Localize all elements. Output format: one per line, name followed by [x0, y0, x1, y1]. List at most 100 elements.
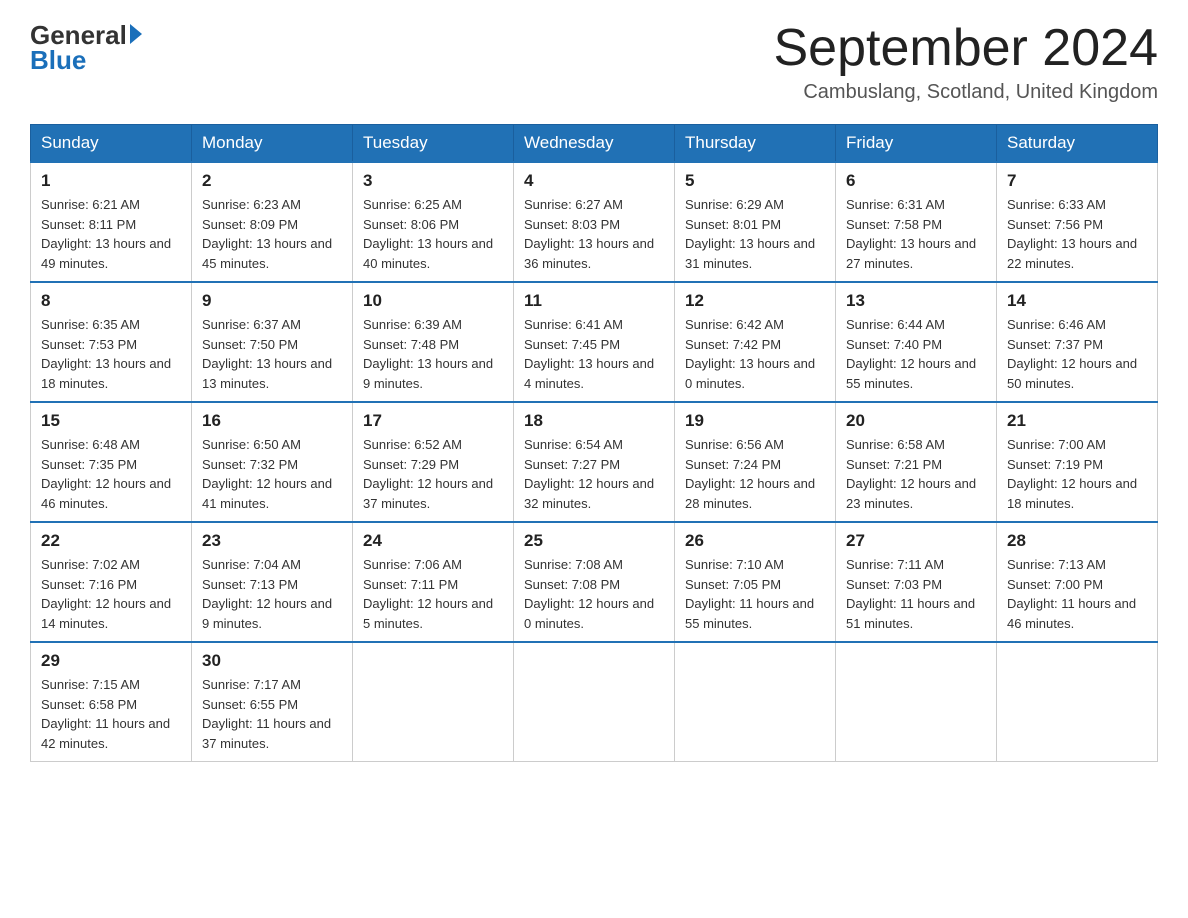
day-cell-18: 18 Sunrise: 6:54 AMSunset: 7:27 PMDayligh… [514, 402, 675, 522]
day-info-25: Sunrise: 7:08 AMSunset: 7:08 PMDaylight:… [524, 555, 664, 633]
day-info-3: Sunrise: 6:25 AMSunset: 8:06 PMDaylight:… [363, 195, 503, 273]
day-info-9: Sunrise: 6:37 AMSunset: 7:50 PMDaylight:… [202, 315, 342, 393]
calendar-table: Sunday Monday Tuesday Wednesday Thursday… [30, 124, 1158, 762]
location-subtitle: Cambuslang, Scotland, United Kingdom [774, 81, 1159, 104]
week-row-4: 22 Sunrise: 7:02 AMSunset: 7:16 PMDayligh… [31, 522, 1158, 642]
day-info-4: Sunrise: 6:27 AMSunset: 8:03 PMDaylight:… [524, 195, 664, 273]
page-header: General Blue September 2024 Cambuslang, … [30, 20, 1158, 104]
weekday-header-row: Sunday Monday Tuesday Wednesday Thursday… [31, 125, 1158, 163]
day-number-18: 18 [524, 411, 664, 431]
day-info-30: Sunrise: 7:17 AMSunset: 6:55 PMDaylight:… [202, 675, 342, 753]
logo: General Blue [30, 20, 142, 76]
day-number-12: 12 [685, 291, 825, 311]
day-number-10: 10 [363, 291, 503, 311]
day-cell-9: 9 Sunrise: 6:37 AMSunset: 7:50 PMDaylight… [192, 282, 353, 402]
day-info-20: Sunrise: 6:58 AMSunset: 7:21 PMDaylight:… [846, 435, 986, 513]
day-info-1: Sunrise: 6:21 AMSunset: 8:11 PMDaylight:… [41, 195, 181, 273]
day-number-3: 3 [363, 171, 503, 191]
day-cell-15: 15Sunrise: 6:48 AMSunset: 7:35 PMDayligh… [31, 402, 192, 522]
header-thursday: Thursday [675, 125, 836, 163]
day-number-27: 27 [846, 531, 986, 551]
day-cell-7: 7 Sunrise: 6:33 AMSunset: 7:56 PMDaylight… [997, 162, 1158, 282]
day-info-28: Sunrise: 7:13 AMSunset: 7:00 PMDaylight:… [1007, 555, 1147, 633]
day-cell-11: 11Sunrise: 6:41 AMSunset: 7:45 PMDayligh… [514, 282, 675, 402]
day-number-29: 29 [41, 651, 181, 671]
day-cell-13: 13 Sunrise: 6:44 AMSunset: 7:40 PMDayligh… [836, 282, 997, 402]
header-tuesday: Tuesday [353, 125, 514, 163]
logo-blue-text: Blue [30, 45, 86, 75]
day-info-7: Sunrise: 6:33 AMSunset: 7:56 PMDaylight:… [1007, 195, 1147, 273]
day-cell-2: 2 Sunrise: 6:23 AMSunset: 8:09 PMDaylight… [192, 162, 353, 282]
day-info-10: Sunrise: 6:39 AMSunset: 7:48 PMDaylight:… [363, 315, 503, 393]
header-monday: Monday [192, 125, 353, 163]
day-cell-27: 27 Sunrise: 7:11 AMSunset: 7:03 PMDayligh… [836, 522, 997, 642]
header-saturday: Saturday [997, 125, 1158, 163]
day-cell-14: 14Sunrise: 6:46 AMSunset: 7:37 PMDayligh… [997, 282, 1158, 402]
day-cell-16: 16Sunrise: 6:50 AMSunset: 7:32 PMDayligh… [192, 402, 353, 522]
day-info-21: Sunrise: 7:00 AMSunset: 7:19 PMDaylight:… [1007, 435, 1147, 513]
day-info-6: Sunrise: 6:31 AMSunset: 7:58 PMDaylight:… [846, 195, 986, 273]
day-number-17: 17 [363, 411, 503, 431]
day-number-25: 25 [524, 531, 664, 551]
day-info-16: Sunrise: 6:50 AMSunset: 7:32 PMDaylight:… [202, 435, 342, 513]
day-info-23: Sunrise: 7:04 AMSunset: 7:13 PMDaylight:… [202, 555, 342, 633]
header-wednesday: Wednesday [514, 125, 675, 163]
day-info-2: Sunrise: 6:23 AMSunset: 8:09 PMDaylight:… [202, 195, 342, 273]
day-info-12: Sunrise: 6:42 AMSunset: 7:42 PMDaylight:… [685, 315, 825, 393]
day-cell-23: 23Sunrise: 7:04 AMSunset: 7:13 PMDayligh… [192, 522, 353, 642]
day-cell-26: 26 Sunrise: 7:10 AMSunset: 7:05 PMDayligh… [675, 522, 836, 642]
day-cell-19: 19Sunrise: 6:56 AMSunset: 7:24 PMDayligh… [675, 402, 836, 522]
day-cell-1: 1 Sunrise: 6:21 AMSunset: 8:11 PMDaylight… [31, 162, 192, 282]
day-number-19: 19 [685, 411, 825, 431]
month-title: September 2024 [774, 20, 1159, 77]
day-info-27: Sunrise: 7:11 AMSunset: 7:03 PMDaylight:… [846, 555, 986, 633]
day-number-4: 4 [524, 171, 664, 191]
day-cell-4: 4 Sunrise: 6:27 AMSunset: 8:03 PMDaylight… [514, 162, 675, 282]
day-number-2: 2 [202, 171, 342, 191]
day-info-22: Sunrise: 7:02 AMSunset: 7:16 PMDaylight:… [41, 555, 181, 633]
day-cell-29: 29 Sunrise: 7:15 AMSunset: 6:58 PMDayligh… [31, 642, 192, 762]
day-cell-21: 21 Sunrise: 7:00 AMSunset: 7:19 PMDayligh… [997, 402, 1158, 522]
day-cell-5: 5Sunrise: 6:29 AMSunset: 8:01 PMDaylight… [675, 162, 836, 282]
day-number-28: 28 [1007, 531, 1147, 551]
week-row-5: 29 Sunrise: 7:15 AMSunset: 6:58 PMDayligh… [31, 642, 1158, 762]
day-info-14: Sunrise: 6:46 AMSunset: 7:37 PMDaylight:… [1007, 315, 1147, 393]
day-cell-12: 12 Sunrise: 6:42 AMSunset: 7:42 PMDayligh… [675, 282, 836, 402]
empty-cell-w4d4 [675, 642, 836, 762]
day-number-11: 11 [524, 291, 664, 311]
day-number-24: 24 [363, 531, 503, 551]
empty-cell-w4d2 [353, 642, 514, 762]
day-number-6: 6 [846, 171, 986, 191]
day-number-21: 21 [1007, 411, 1147, 431]
day-cell-30: 30 Sunrise: 7:17 AMSunset: 6:55 PMDayligh… [192, 642, 353, 762]
day-info-13: Sunrise: 6:44 AMSunset: 7:40 PMDaylight:… [846, 315, 986, 393]
header-sunday: Sunday [31, 125, 192, 163]
empty-cell-w4d5 [836, 642, 997, 762]
day-cell-6: 6 Sunrise: 6:31 AMSunset: 7:58 PMDaylight… [836, 162, 997, 282]
day-number-22: 22 [41, 531, 181, 551]
day-number-9: 9 [202, 291, 342, 311]
day-cell-8: 8Sunrise: 6:35 AMSunset: 7:53 PMDaylight… [31, 282, 192, 402]
day-number-26: 26 [685, 531, 825, 551]
day-info-24: Sunrise: 7:06 AMSunset: 7:11 PMDaylight:… [363, 555, 503, 633]
week-row-3: 15Sunrise: 6:48 AMSunset: 7:35 PMDayligh… [31, 402, 1158, 522]
day-info-29: Sunrise: 7:15 AMSunset: 6:58 PMDaylight:… [41, 675, 181, 753]
day-number-7: 7 [1007, 171, 1147, 191]
day-number-1: 1 [41, 171, 181, 191]
day-cell-20: 20 Sunrise: 6:58 AMSunset: 7:21 PMDayligh… [836, 402, 997, 522]
day-number-20: 20 [846, 411, 986, 431]
day-number-30: 30 [202, 651, 342, 671]
day-cell-3: 3 Sunrise: 6:25 AMSunset: 8:06 PMDaylight… [353, 162, 514, 282]
day-cell-24: 24 Sunrise: 7:06 AMSunset: 7:11 PMDayligh… [353, 522, 514, 642]
day-info-17: Sunrise: 6:52 AMSunset: 7:29 PMDaylight:… [363, 435, 503, 513]
day-cell-25: 25 Sunrise: 7:08 AMSunset: 7:08 PMDayligh… [514, 522, 675, 642]
logo-arrow-icon [130, 24, 142, 44]
day-info-26: Sunrise: 7:10 AMSunset: 7:05 PMDaylight:… [685, 555, 825, 633]
day-number-13: 13 [846, 291, 986, 311]
title-area: September 2024 Cambuslang, Scotland, Uni… [774, 20, 1159, 104]
day-cell-17: 17 Sunrise: 6:52 AMSunset: 7:29 PMDayligh… [353, 402, 514, 522]
day-info-18: Sunrise: 6:54 AMSunset: 7:27 PMDaylight:… [524, 435, 664, 513]
day-cell-10: 10 Sunrise: 6:39 AMSunset: 7:48 PMDayligh… [353, 282, 514, 402]
day-number-5: 5 [685, 171, 825, 191]
day-cell-28: 28 Sunrise: 7:13 AMSunset: 7:00 PMDayligh… [997, 522, 1158, 642]
